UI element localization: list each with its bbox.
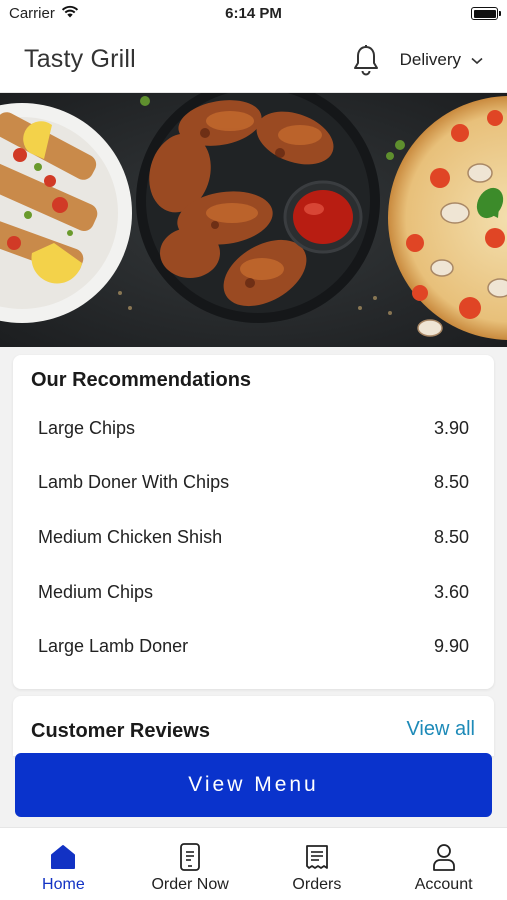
item-name: Large Chips	[38, 417, 136, 438]
phone-order-icon	[176, 842, 204, 872]
reviews-title: Customer Reviews	[31, 720, 210, 742]
list-item[interactable]: Medium Chips 3.60	[13, 565, 494, 620]
person-icon	[430, 842, 458, 872]
hero-food-image	[0, 93, 507, 347]
list-item[interactable]: Large Lamb Doner 9.90	[13, 619, 494, 674]
tab-orders[interactable]: Orders	[254, 828, 381, 900]
list-item[interactable]: Medium Chicken Shish 8.50	[13, 510, 494, 565]
view-menu-button[interactable]: View Menu	[15, 753, 492, 817]
battery-icon	[471, 7, 501, 20]
restaurant-title: Tasty Grill	[24, 45, 136, 73]
tab-home[interactable]: Home	[0, 828, 127, 900]
tab-label: Account	[414, 876, 473, 893]
tab-label: Order Now	[151, 876, 229, 893]
delivery-label: Delivery	[399, 49, 461, 69]
customer-reviews-card: Customer Reviews View all	[13, 696, 494, 756]
item-price: 3.60	[433, 581, 469, 602]
list-item[interactable]: Lamb Doner With Chips 8.50	[13, 456, 494, 511]
recommendations-list: Large Chips 3.90 Lamb Doner With Chips 8…	[13, 401, 494, 674]
delivery-selector[interactable]: Delivery	[400, 50, 483, 70]
recommendations-title: Our Recommendations	[31, 369, 252, 391]
chevron-down-icon	[471, 50, 483, 70]
carrier-label: Carrier	[9, 5, 55, 22]
tab-label: Orders	[292, 876, 342, 893]
receipt-icon	[303, 842, 331, 872]
status-bar: Carrier 6:14 PM	[0, 0, 507, 27]
item-name: Medium Chicken Shish	[38, 526, 223, 547]
item-name: Lamb Doner With Chips	[38, 472, 230, 493]
tab-account[interactable]: Account	[380, 828, 507, 900]
item-price: 9.90	[433, 636, 469, 657]
item-name: Large Lamb Doner	[38, 636, 189, 657]
home-icon	[49, 842, 77, 872]
item-price: 3.90	[433, 417, 469, 438]
tab-label: Home	[42, 876, 85, 893]
tab-order-now[interactable]: Order Now	[127, 828, 254, 900]
list-item[interactable]: Large Chips 3.90	[13, 401, 494, 456]
bottom-tab-bar: Home Order Now Orders Account	[0, 827, 507, 900]
bell-icon[interactable]	[352, 43, 382, 77]
item-price: 8.50	[433, 526, 469, 547]
wifi-icon	[61, 5, 79, 22]
recommendations-card: Our Recommendations Large Chips 3.90 Lam…	[13, 355, 494, 689]
app-header: Tasty Grill Delivery	[0, 27, 507, 93]
item-name: Medium Chips	[38, 581, 154, 602]
item-price: 8.50	[433, 472, 469, 493]
view-all-link[interactable]: View all	[406, 718, 475, 741]
